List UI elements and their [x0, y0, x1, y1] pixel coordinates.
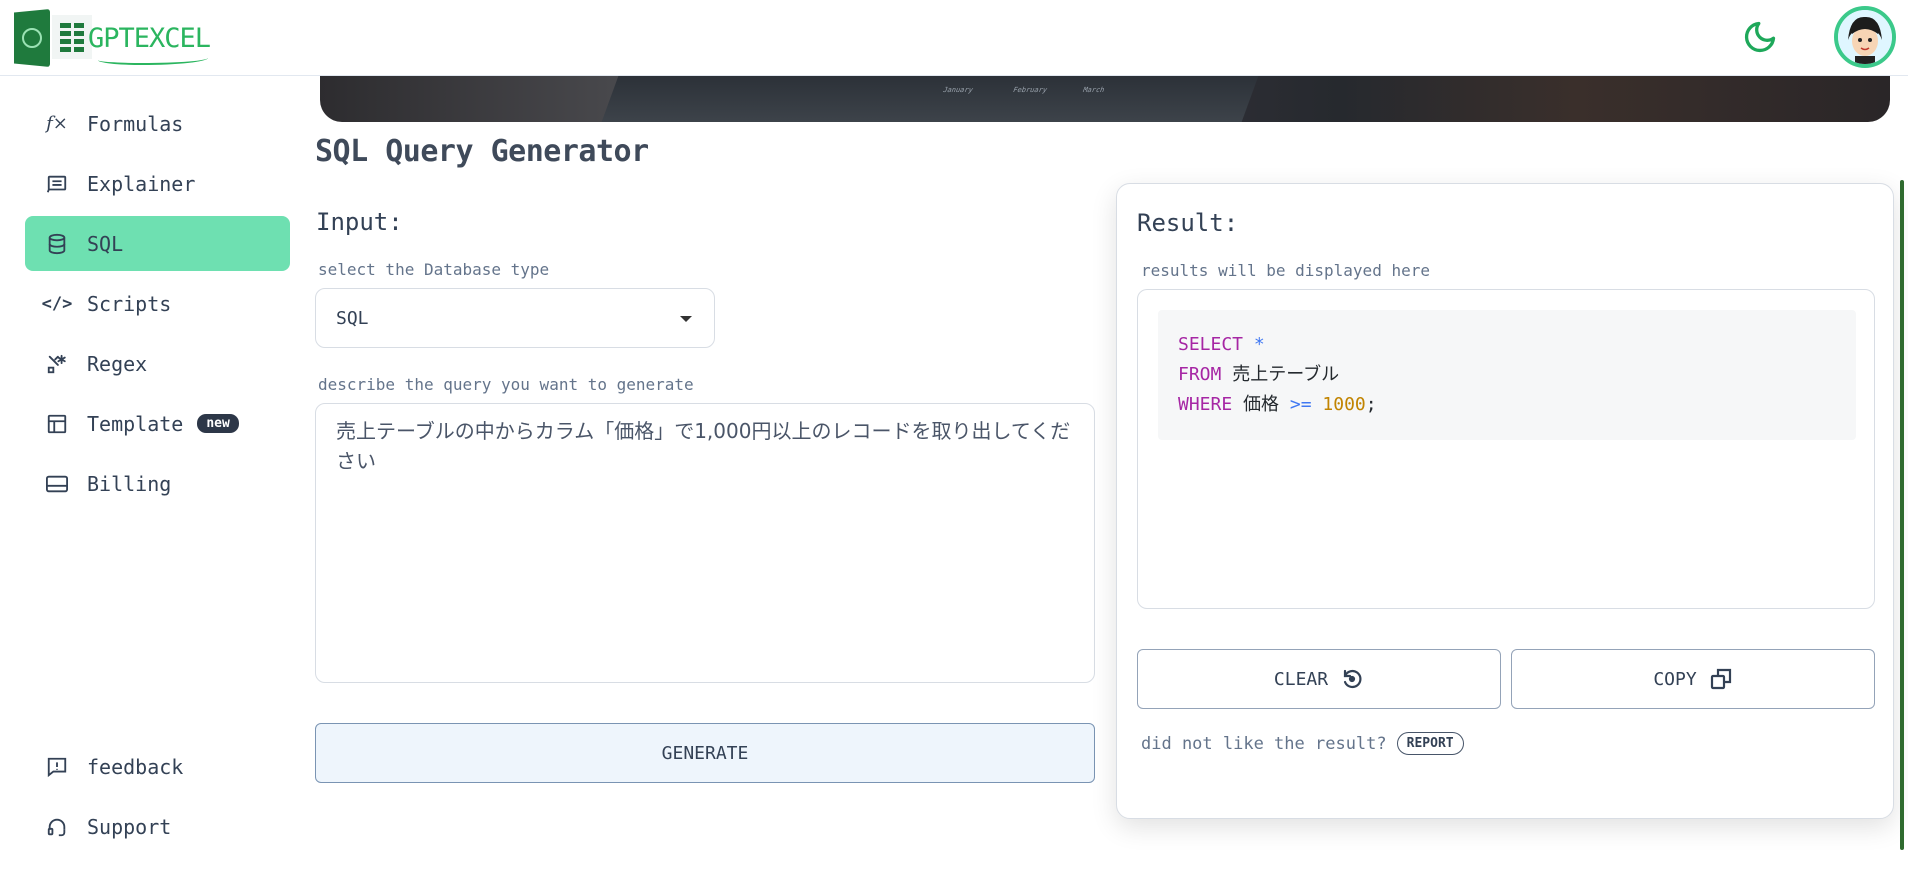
sidebar-item-label: Support — [87, 814, 172, 839]
function-icon: f× — [46, 113, 68, 134]
sidebar-item-label: Billing — [87, 471, 172, 496]
code-column-name: 価格 — [1243, 394, 1280, 415]
clear-button[interactable]: CLEAR — [1137, 649, 1501, 709]
sidebar-item-regex[interactable]: Regex — [25, 336, 290, 391]
sidebar-item-sql[interactable]: SQL — [25, 216, 290, 271]
sidebar-item-formulas[interactable]: f× Formulas — [25, 96, 290, 151]
sidebar-item-template[interactable]: Template new — [25, 396, 290, 451]
code-keyword: SELECT — [1178, 334, 1244, 355]
app-logo[interactable]: GPTEXCEL — [14, 8, 211, 68]
copy-button-label: COPY — [1653, 668, 1697, 690]
sidebar-item-label: SQL — [87, 231, 124, 256]
sidebar-item-label: Template — [87, 411, 184, 436]
sidebar-item-scripts[interactable]: </> Scripts — [25, 276, 290, 331]
dark-mode-moon-icon[interactable] — [1742, 19, 1778, 55]
database-type-label: select the Database type — [318, 260, 550, 279]
sidebar-item-label: Explainer — [87, 171, 196, 196]
database-type-select[interactable]: SQL — [315, 288, 715, 348]
code-keyword: FROM — [1178, 364, 1222, 385]
avatar-face-icon — [1838, 10, 1892, 64]
sidebar-item-feedback[interactable]: feedback — [25, 739, 290, 794]
code-line-2: FROM 売上テーブル — [1178, 360, 1836, 390]
sidebar-item-label: Regex — [87, 351, 148, 376]
code-operator: >= — [1289, 394, 1312, 415]
code-line-3: WHERE 価格 >= 1000; — [1178, 390, 1836, 420]
feedback-question: did not like the result? — [1141, 733, 1387, 754]
sidebar: f× Formulas Explainer SQL </> Scripts Re… — [0, 76, 300, 883]
feedback-icon — [45, 755, 69, 779]
headset-icon — [45, 815, 69, 839]
table-icon — [45, 412, 69, 436]
brand-name: GPTEXCEL — [88, 23, 211, 65]
code-table-name: 売上テーブル — [1232, 364, 1340, 385]
code-semicolon: ; — [1365, 394, 1377, 415]
database-icon — [45, 232, 69, 256]
chevron-down-icon — [680, 316, 692, 322]
page-scrollbar[interactable] — [1900, 180, 1904, 850]
report-button[interactable]: REPORT — [1396, 732, 1464, 755]
card-icon — [45, 472, 69, 496]
sidebar-item-billing[interactable]: Billing — [25, 456, 290, 511]
copy-icon — [1710, 668, 1731, 690]
sidebar-item-label: Scripts — [87, 291, 172, 316]
copy-button[interactable]: COPY — [1511, 649, 1875, 709]
sidebar-item-support[interactable]: Support — [25, 799, 290, 854]
new-badge: new — [197, 414, 239, 433]
input-heading: Input: — [316, 208, 403, 236]
generate-button[interactable]: GENERATE — [315, 723, 1095, 783]
reset-icon — [1343, 669, 1362, 689]
top-header: GPTEXCEL — [0, 0, 1908, 76]
code-line-1: SELECT * — [1178, 330, 1836, 360]
query-description-textarea[interactable]: 売上テーブルの中からカラム「価格」で1,000円以上のレコードを取り出してくださ… — [315, 403, 1095, 683]
result-heading: Result: — [1137, 209, 1239, 237]
code-number: 1000 — [1322, 394, 1366, 415]
sidebar-item-label: feedback — [87, 754, 184, 779]
database-type-value: SQL — [336, 307, 369, 329]
hero-banner-image: January February March — [320, 76, 1890, 122]
result-output-box: SELECT * FROM 売上テーブル WHERE 価格 >= 1000; — [1137, 289, 1875, 609]
page-title: SQL Query Generator — [315, 134, 649, 169]
clear-button-label: CLEAR — [1273, 668, 1329, 690]
user-avatar[interactable] — [1834, 6, 1896, 68]
result-card: Result: results will be displayed here S… — [1116, 183, 1894, 819]
regex-icon — [45, 352, 69, 376]
code-keyword: WHERE — [1178, 394, 1233, 415]
sidebar-item-label: Formulas — [87, 111, 184, 136]
query-description-label: describe the query you want to generate — [318, 375, 694, 394]
result-feedback-line: did not like the result? REPORT — [1141, 732, 1464, 755]
sidebar-item-explainer[interactable]: Explainer — [25, 156, 290, 211]
sql-code-block[interactable]: SELECT * FROM 売上テーブル WHERE 価格 >= 1000; — [1158, 310, 1856, 440]
code-icon: </> — [41, 293, 73, 314]
excel-brain-icon — [14, 9, 92, 67]
list-doc-icon — [45, 172, 69, 196]
result-hint: results will be displayed here — [1141, 261, 1430, 280]
code-operator: * — [1253, 334, 1265, 355]
